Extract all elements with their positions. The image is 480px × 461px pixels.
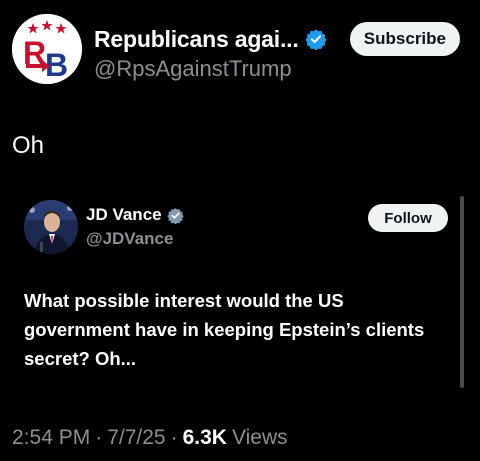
author-avatar[interactable]: R B: [12, 14, 82, 84]
tweet-time[interactable]: 2:54 PM: [12, 426, 90, 450]
rb-logo-icon: R B: [12, 14, 82, 84]
author-name-row: Republicans agai...: [94, 24, 327, 54]
quoted-display-name[interactable]: JD Vance: [86, 205, 162, 225]
tweet-header: R B Republicans agai... @RpsAgainstTrump…: [12, 14, 468, 90]
scrollbar-thumb[interactable]: [460, 196, 464, 388]
avatar-photo-icon: [24, 200, 78, 254]
author-handle[interactable]: @RpsAgainstTrump: [94, 56, 292, 82]
quoted-tweet-card[interactable]: JD Vance @JDVance Follow What possible i…: [0, 186, 468, 398]
tweet-meta: 2:54 PM · 7/7/25 · 6.3K Views: [12, 426, 288, 450]
tweet-page: R B Republicans agai... @RpsAgainstTrump…: [0, 0, 480, 461]
follow-button[interactable]: Follow: [368, 204, 448, 232]
author-display-name[interactable]: Republicans agai...: [94, 26, 299, 53]
quoted-author-avatar[interactable]: [24, 200, 78, 254]
views-count[interactable]: 6.3K: [183, 426, 227, 450]
quoted-name-row: JD Vance: [86, 204, 184, 226]
quoted-handle[interactable]: @JDVance: [86, 229, 173, 249]
views-label[interactable]: Views: [232, 426, 288, 450]
meta-separator: ·: [170, 426, 178, 449]
quoted-tweet-text: What possible interest would the US gove…: [24, 290, 425, 369]
verified-badge-gray-icon[interactable]: [166, 207, 184, 224]
meta-separator: ·: [95, 426, 103, 449]
verified-badge-icon[interactable]: [305, 28, 327, 50]
subscribe-button[interactable]: Subscribe: [349, 22, 460, 56]
tweet-text: Oh: [12, 132, 45, 159]
tweet-date[interactable]: 7/7/25: [107, 426, 165, 450]
